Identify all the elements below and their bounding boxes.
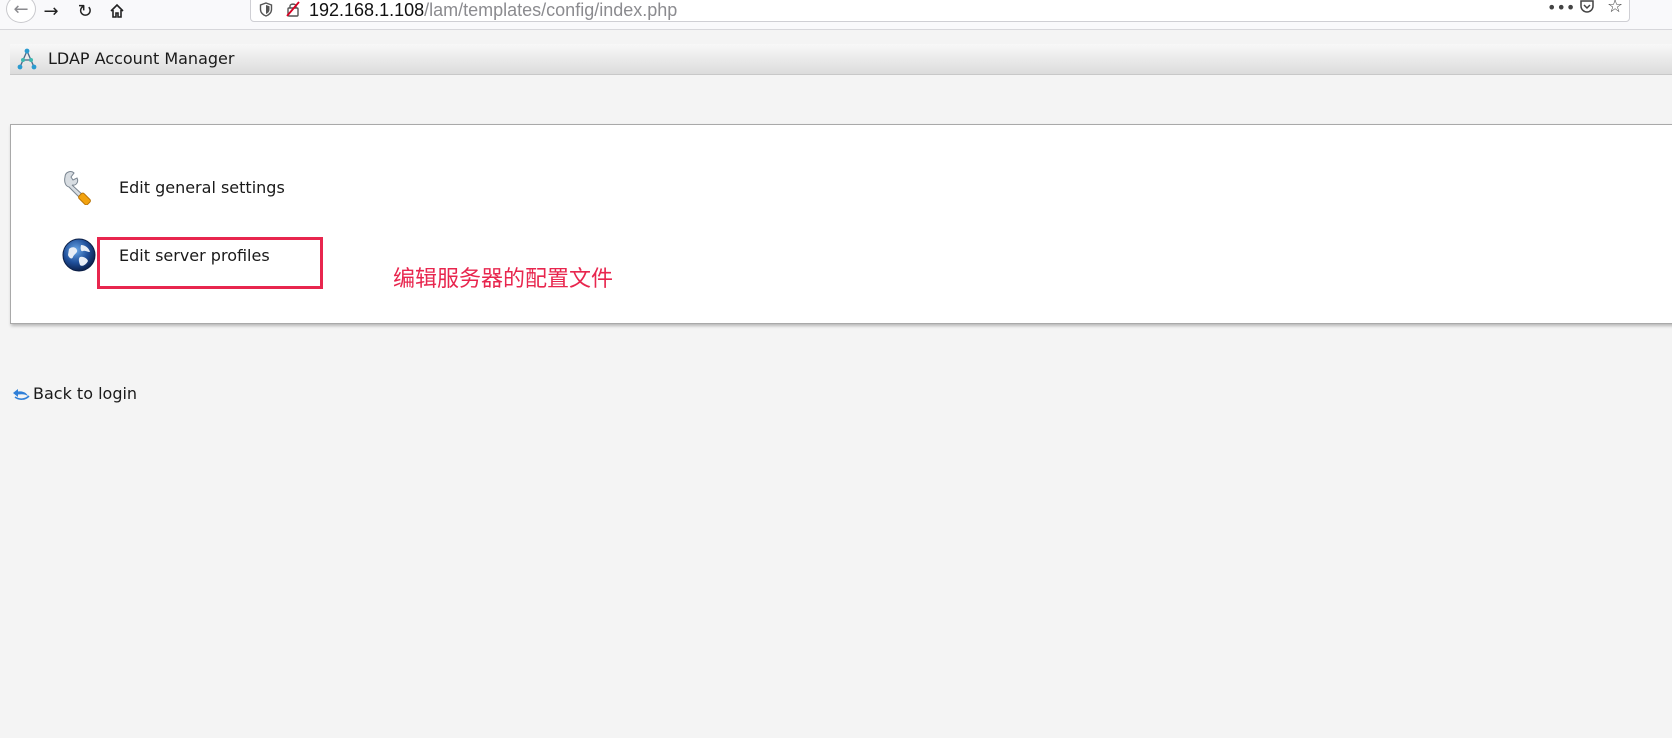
more-icon[interactable]: ••• bbox=[1547, 0, 1575, 17]
url-path: /lam/templates/config/index.php bbox=[424, 0, 678, 20]
edit-general-settings-label: Edit general settings bbox=[119, 177, 285, 197]
highlight-box bbox=[97, 237, 323, 289]
app-header: LDAP Account Manager bbox=[10, 44, 1672, 75]
home-icon[interactable] bbox=[104, 0, 130, 22]
browser-toolbar: ← → ↻ 192.168.1.108/lam/templates/config… bbox=[0, 0, 1672, 30]
arrow-left-icon[interactable]: ← bbox=[6, 0, 36, 23]
back-to-login-link[interactable]: Back to login bbox=[12, 384, 137, 403]
lam-logo-icon bbox=[17, 48, 37, 70]
insecure-lock-icon[interactable] bbox=[285, 1, 301, 17]
pocket-icon[interactable] bbox=[1579, 0, 1595, 18]
back-to-login-label: Back to login bbox=[33, 384, 138, 403]
url-bar[interactable]: 192.168.1.108/lam/templates/config/index… bbox=[250, 0, 1630, 22]
star-icon[interactable]: ☆ bbox=[1607, 0, 1623, 17]
arrow-right-icon[interactable]: → bbox=[38, 0, 64, 22]
annotation-text: 编辑服务器的配置文件 bbox=[393, 267, 614, 292]
url-text[interactable]: 192.168.1.108/lam/templates/config/index… bbox=[309, 0, 677, 21]
reload-icon[interactable]: ↻ bbox=[72, 0, 98, 22]
edit-general-settings-link[interactable]: Edit general settings bbox=[61, 169, 285, 205]
config-menu-panel: Edit general settings Edit server profil… bbox=[10, 124, 1672, 324]
wrench-icon bbox=[64, 171, 91, 205]
shield-icon[interactable] bbox=[259, 2, 273, 17]
app-title: LDAP Account Manager bbox=[48, 49, 235, 68]
url-host: 192.168.1.108 bbox=[309, 0, 425, 20]
globe-icon bbox=[62, 238, 96, 272]
back-arrow-icon bbox=[13, 388, 30, 400]
